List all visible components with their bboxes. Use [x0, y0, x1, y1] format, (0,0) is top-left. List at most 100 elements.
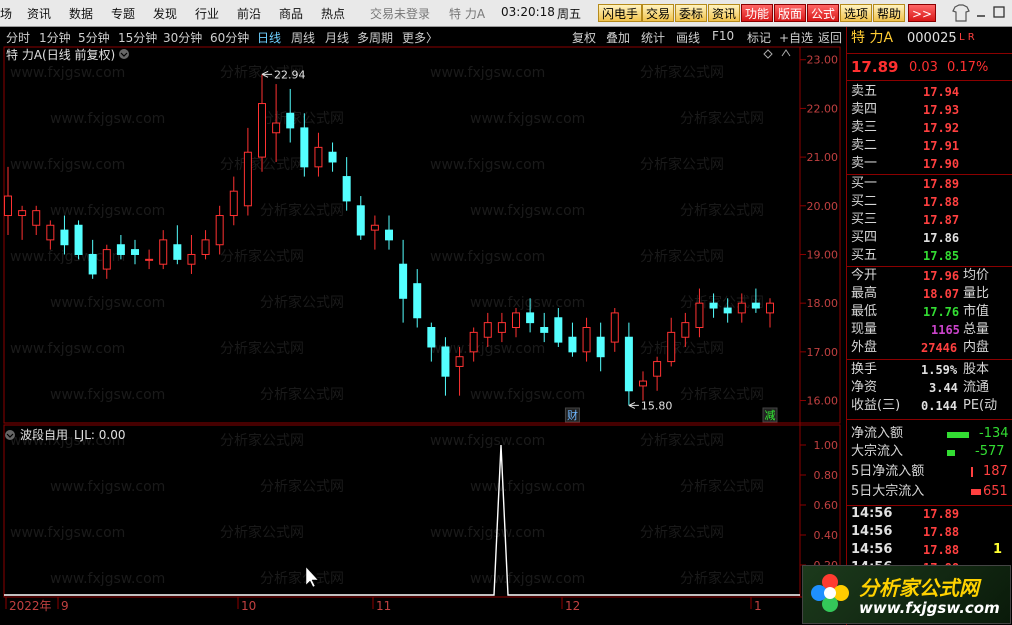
period-5min[interactable]: 5分钟 — [78, 29, 110, 46]
menu-market[interactable]: 场 — [0, 5, 12, 22]
candle[interactable] — [610, 308, 619, 352]
ask-row[interactable]: 卖三 17.92 — [851, 119, 959, 137]
menu-hotspot[interactable]: 热点 — [321, 5, 345, 22]
candle[interactable] — [582, 317, 591, 362]
menu-frontier[interactable]: 前沿 — [237, 5, 261, 22]
period-weekly[interactable]: 周线 — [291, 29, 315, 46]
candle[interactable] — [512, 308, 520, 338]
tool-stats[interactable]: 统计 — [641, 29, 665, 46]
flash-trade-button[interactable]: 闪电手 — [598, 4, 643, 22]
watermark-text: www.fxjgsw.com — [430, 249, 545, 265]
login-status[interactable]: 交易未登录 — [370, 5, 430, 22]
diamond-icon[interactable] — [763, 49, 773, 59]
maximize-icon[interactable] — [992, 5, 1006, 19]
candle[interactable] — [639, 371, 647, 401]
more-button[interactable]: >> — [908, 4, 936, 22]
period-60min[interactable]: 60分钟 — [210, 29, 249, 46]
candle[interactable] — [145, 249, 154, 270]
candle[interactable] — [624, 322, 633, 406]
candle[interactable] — [243, 127, 252, 216]
tool-adjust[interactable]: 复权 — [572, 29, 596, 46]
ask-row[interactable]: 卖二 17.91 — [851, 137, 959, 155]
candle[interactable] — [173, 225, 182, 265]
tool-f10[interactable]: F10 — [712, 29, 734, 43]
order-button[interactable]: 委标 — [675, 4, 708, 22]
candle[interactable] — [342, 157, 351, 211]
candle[interactable] — [540, 312, 549, 343]
candle[interactable] — [596, 322, 605, 372]
function-button[interactable]: 功能 — [741, 4, 774, 22]
ask-row[interactable]: 卖五 17.94 — [851, 83, 959, 101]
menu-data[interactable]: 数据 — [69, 5, 93, 22]
candle[interactable] — [215, 205, 224, 255]
candle[interactable] — [328, 142, 337, 172]
ask-row[interactable]: 卖四 17.93 — [851, 101, 959, 119]
candle[interactable] — [568, 322, 577, 357]
candle[interactable] — [554, 308, 563, 347]
tool-draw[interactable]: 画线 — [676, 29, 700, 46]
candle[interactable] — [653, 356, 662, 391]
shirt-icon[interactable] — [951, 4, 971, 22]
period-30min[interactable]: 30分钟 — [163, 29, 202, 46]
candle[interactable] — [18, 205, 27, 240]
candle[interactable] — [187, 235, 196, 274]
candle[interactable] — [314, 132, 323, 177]
minimize-icon[interactable] — [975, 6, 987, 18]
chart-menu-icon[interactable] — [119, 49, 129, 59]
chevron-up-icon[interactable] — [781, 49, 791, 57]
candle[interactable] — [88, 239, 97, 279]
event-marker[interactable]: 减 — [765, 409, 776, 422]
candle[interactable] — [201, 230, 210, 260]
kline-chart[interactable]: www.fxjgsw.com 分析家公式网 www.fxjgsw.com 分析家公式网… — [0, 45, 845, 625]
candle[interactable] — [46, 220, 55, 250]
candle[interactable] — [497, 312, 506, 343]
info-button[interactable]: 资讯 — [708, 4, 741, 22]
candle[interactable] — [766, 298, 774, 328]
tool-mark[interactable]: 标记 — [747, 29, 771, 46]
candle[interactable] — [102, 244, 111, 279]
candle[interactable] — [229, 176, 238, 226]
period-1min[interactable]: 1分钟 — [39, 29, 71, 46]
options-button[interactable]: 选项 — [840, 4, 873, 22]
candle[interactable] — [272, 84, 281, 162]
period-daily[interactable]: 日线 — [257, 29, 281, 46]
candle[interactable] — [413, 269, 422, 328]
tool-overlay[interactable]: 叠加 — [606, 29, 630, 46]
bid-row[interactable]: 买三 17.87 — [851, 211, 959, 229]
bid-row[interactable]: 买一 17.89 — [851, 175, 959, 193]
period-more[interactable]: 更多〉 — [402, 29, 438, 46]
indicator-menu-icon[interactable] — [5, 430, 15, 440]
period-multi[interactable]: 多周期 — [357, 29, 393, 46]
tool-back[interactable]: 返回 — [818, 29, 842, 46]
trade-button[interactable]: 交易 — [642, 4, 675, 22]
candle[interactable] — [159, 230, 168, 270]
candle[interactable] — [399, 239, 408, 323]
ask-row[interactable]: 卖一 17.90 — [851, 155, 959, 173]
candle[interactable] — [370, 215, 379, 250]
bid-row[interactable]: 买四 17.86 — [851, 229, 959, 247]
candle[interactable] — [74, 220, 83, 260]
help-button[interactable]: 帮助 — [873, 4, 906, 22]
menu-discover[interactable]: 发现 — [153, 5, 177, 22]
candle[interactable] — [32, 205, 41, 235]
period-monthly[interactable]: 月线 — [325, 29, 349, 46]
candle[interactable] — [356, 196, 365, 240]
menu-industry[interactable]: 行业 — [195, 5, 219, 22]
candle[interactable] — [131, 239, 139, 265]
bid-row[interactable]: 买五 17.85 — [851, 247, 959, 265]
menu-commodity[interactable]: 商品 — [279, 5, 303, 22]
period-15min[interactable]: 15分钟 — [118, 29, 157, 46]
tool-add-favorite[interactable]: +自选 — [779, 29, 813, 46]
candle[interactable] — [667, 317, 676, 367]
menu-topics[interactable]: 专题 — [111, 5, 135, 22]
bid-row[interactable]: 买二 17.88 — [851, 193, 959, 211]
candle[interactable] — [286, 88, 295, 143]
candle[interactable] — [258, 74, 266, 172]
layout-button[interactable]: 版面 — [774, 4, 807, 22]
candle[interactable] — [385, 215, 393, 250]
formula-button[interactable]: 公式 — [807, 4, 840, 22]
period-timeshare[interactable]: 分时 — [6, 29, 30, 46]
candle[interactable] — [4, 166, 12, 235]
event-marker[interactable]: 财 — [567, 408, 578, 422]
menu-news[interactable]: 资讯 — [27, 5, 51, 22]
